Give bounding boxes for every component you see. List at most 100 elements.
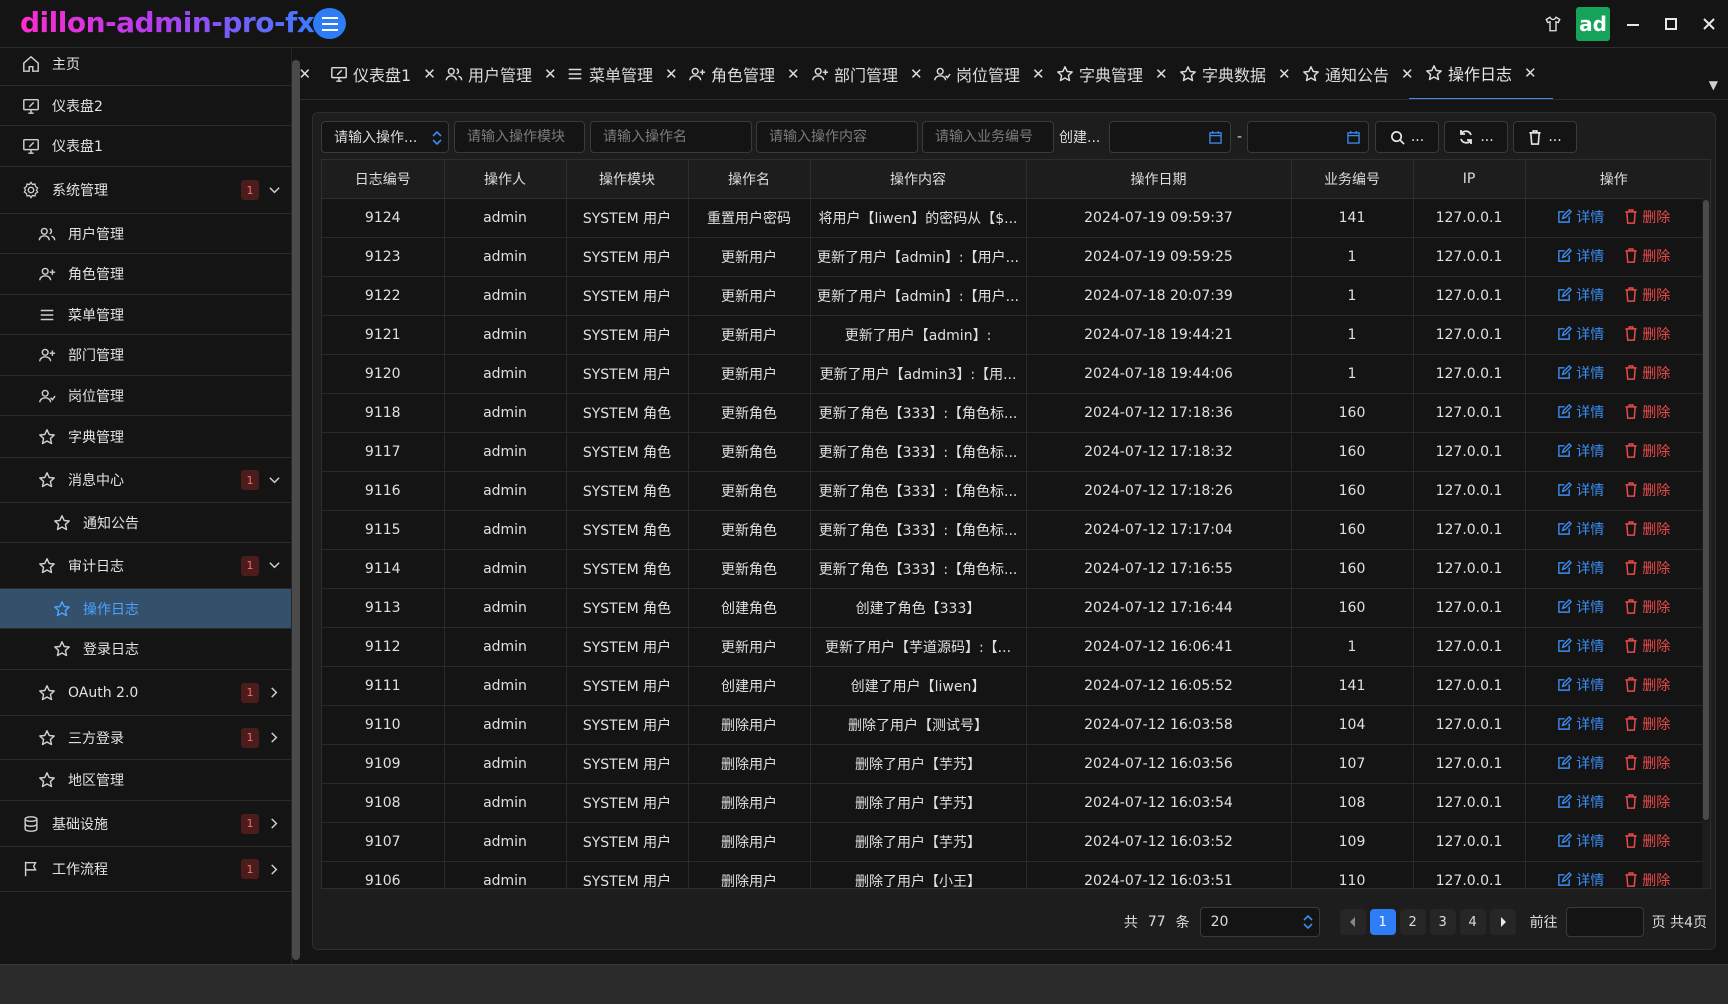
tab-7[interactable]: 岗位管理 ✕ — [933, 48, 1045, 99]
sidebar-item[interactable]: 菜单管理 — [0, 295, 291, 335]
close-tab-icon[interactable]: ✕ — [910, 65, 923, 83]
page-button[interactable]: 4 — [1459, 909, 1486, 935]
detail-button[interactable]: 详情 — [1557, 792, 1604, 812]
table-row[interactable]: 9121 admin SYSTEM 用户 更新用户 更新了用户【admin】: 2024-… — [322, 315, 1702, 355]
column-header[interactable]: 操作内容 — [810, 160, 1027, 199]
sidebar-item[interactable]: 仪表盘1 — [0, 126, 291, 167]
delete-button[interactable]: 删除 — [1624, 441, 1670, 461]
close-tab-icon[interactable]: ✕ — [423, 65, 436, 83]
sidebar-item[interactable]: 用户管理 — [0, 214, 291, 254]
column-header[interactable]: 操作名 — [688, 160, 811, 199]
table-row[interactable]: 9106 admin SYSTEM 用户 删除用户 删除了用户【小王】 2024-07-1… — [322, 861, 1702, 888]
next-page-button[interactable] — [1489, 909, 1516, 935]
detail-button[interactable]: 详情 — [1557, 558, 1604, 578]
column-header[interactable]: 操作日期 — [1026, 160, 1292, 199]
batch-delete-button[interactable]: ... — [1513, 121, 1577, 153]
delete-button[interactable]: 删除 — [1624, 636, 1670, 656]
table-row[interactable]: 9117 admin SYSTEM 角色 更新角色 更新了角色【333】:【角色标...… — [322, 432, 1702, 472]
table-row[interactable]: 9124 admin SYSTEM 用户 重置用户密码 将用户【liwen】的密码从【$… — [322, 198, 1702, 238]
menu-toggle-button[interactable] — [313, 8, 346, 39]
table-row[interactable]: 9107 admin SYSTEM 用户 删除用户 删除了用户【芋艿】 2024-07-1… — [322, 822, 1702, 862]
sidebar-item[interactable]: OAuth 2.0 1 — [0, 670, 291, 716]
delete-button[interactable]: 删除 — [1624, 870, 1670, 888]
chevron-down-icon[interactable] — [268, 184, 281, 197]
table-row[interactable]: 9113 admin SYSTEM 角色 创建角色 创建了角色【333】 2024-07-… — [322, 588, 1702, 628]
close-tab-icon[interactable]: ✕ — [1155, 65, 1168, 83]
sidebar-item[interactable]: 操作日志 — [0, 589, 291, 629]
chevron-right-icon[interactable] — [268, 731, 281, 744]
tab-4[interactable]: 菜单管理 ✕ — [566, 48, 678, 99]
delete-button[interactable]: 删除 — [1624, 597, 1670, 617]
delete-button[interactable]: 删除 — [1624, 285, 1670, 305]
detail-button[interactable]: 详情 — [1557, 207, 1604, 227]
tab-6[interactable]: 部门管理 ✕ — [811, 48, 923, 99]
tab-5[interactable]: 角色管理 ✕ — [688, 48, 800, 99]
sidebar-item[interactable]: 审计日志 1 — [0, 543, 291, 589]
delete-button[interactable]: 删除 — [1624, 675, 1670, 695]
detail-button[interactable]: 详情 — [1557, 714, 1604, 734]
sidebar-item[interactable]: 仪表盘2 — [0, 86, 291, 126]
column-header[interactable]: 操作模块 — [566, 160, 689, 199]
detail-button[interactable]: 详情 — [1557, 480, 1604, 500]
tab-9[interactable]: 字典数据 ✕ — [1179, 48, 1291, 99]
sidebar-item[interactable]: 地区管理 — [0, 760, 291, 801]
table-row[interactable]: 9116 admin SYSTEM 角色 更新角色 更新了角色【333】:【角色标...… — [322, 471, 1702, 511]
table-row[interactable]: 9115 admin SYSTEM 角色 更新角色 更新了角色【333】:【角色标...… — [322, 510, 1702, 550]
sidebar-item[interactable]: 角色管理 — [0, 254, 291, 295]
maximize-button[interactable] — [1652, 0, 1690, 48]
goto-page-input[interactable] — [1565, 907, 1644, 937]
detail-button[interactable]: 详情 — [1557, 402, 1604, 422]
column-header[interactable]: 操作人 — [444, 160, 567, 199]
detail-button[interactable]: 详情 — [1557, 870, 1604, 888]
sidebar-item[interactable]: 主页 — [0, 48, 291, 86]
search-button[interactable]: ... — [1375, 121, 1439, 153]
sidebar-item[interactable]: 系统管理 1 — [0, 167, 291, 214]
page-button[interactable]: 3 — [1429, 909, 1456, 935]
theme-button[interactable] — [1534, 0, 1572, 48]
content-input[interactable] — [769, 129, 917, 145]
chevron-down-icon[interactable] — [268, 474, 281, 487]
close-tab-icon[interactable]: ✕ — [665, 65, 678, 83]
tab-3[interactable]: 用户管理 ✕ — [445, 48, 557, 99]
table-row[interactable]: 9108 admin SYSTEM 用户 删除用户 删除了用户【芋艿】 2024-07-1… — [322, 783, 1702, 823]
delete-button[interactable]: 删除 — [1624, 246, 1670, 266]
delete-button[interactable]: 删除 — [1624, 714, 1670, 734]
sidebar-item[interactable]: 登录日志 — [0, 629, 291, 670]
start-date-picker[interactable] — [1109, 121, 1231, 153]
chevron-right-icon[interactable] — [268, 686, 281, 699]
delete-button[interactable]: 删除 — [1624, 324, 1670, 344]
sidebar-item[interactable]: 基础设施 1 — [0, 801, 291, 847]
name-input[interactable] — [603, 129, 751, 145]
sidebar-item[interactable]: 工作流程 1 — [0, 847, 291, 892]
delete-button[interactable]: 删除 — [1624, 558, 1670, 578]
detail-button[interactable]: 详情 — [1557, 285, 1604, 305]
table-row[interactable]: 9112 admin SYSTEM 用户 更新用户 更新了用户【芋道源码】:【... 20… — [322, 627, 1702, 667]
delete-button[interactable]: 删除 — [1624, 519, 1670, 539]
page-button[interactable]: 1 — [1369, 909, 1396, 935]
minimize-button[interactable] — [1614, 0, 1652, 48]
table-row[interactable]: 9114 admin SYSTEM 角色 更新角色 更新了角色【333】:【角色标...… — [322, 549, 1702, 589]
column-header[interactable]: 业务编号 — [1291, 160, 1414, 199]
tab-overflow-button[interactable]: ▼ — [1709, 78, 1718, 92]
module-input[interactable] — [467, 129, 584, 145]
chevron-down-icon[interactable] — [268, 559, 281, 572]
table-row[interactable]: 9122 admin SYSTEM 用户 更新用户 更新了用户【admin】:【用户..… — [322, 276, 1702, 316]
delete-button[interactable]: 删除 — [1624, 831, 1670, 851]
detail-button[interactable]: 详情 — [1557, 246, 1604, 266]
chevron-right-icon[interactable] — [268, 817, 281, 830]
avatar[interactable]: ad — [1576, 7, 1610, 41]
sidebar-item[interactable]: 通知公告 — [0, 503, 291, 543]
table-row[interactable]: 9123 admin SYSTEM 用户 更新用户 更新了用户【admin】:【用户..… — [322, 237, 1702, 277]
close-tab-icon[interactable]: ✕ — [1032, 65, 1045, 83]
table-row[interactable]: 9109 admin SYSTEM 用户 删除用户 删除了用户【芋艿】 2024-07-1… — [322, 744, 1702, 784]
delete-button[interactable]: 删除 — [1624, 753, 1670, 773]
delete-button[interactable]: 删除 — [1624, 363, 1670, 383]
sidebar-item[interactable]: 字典管理 — [0, 416, 291, 458]
page-button[interactable]: 2 — [1399, 909, 1426, 935]
detail-button[interactable]: 详情 — [1557, 324, 1604, 344]
tab-11[interactable]: 操作日志 ✕ — [1409, 48, 1553, 99]
delete-button[interactable]: 删除 — [1624, 207, 1670, 227]
reset-button[interactable]: ... — [1444, 121, 1508, 153]
prev-page-button[interactable] — [1339, 909, 1366, 935]
column-header[interactable]: 日志编号 — [322, 160, 445, 199]
